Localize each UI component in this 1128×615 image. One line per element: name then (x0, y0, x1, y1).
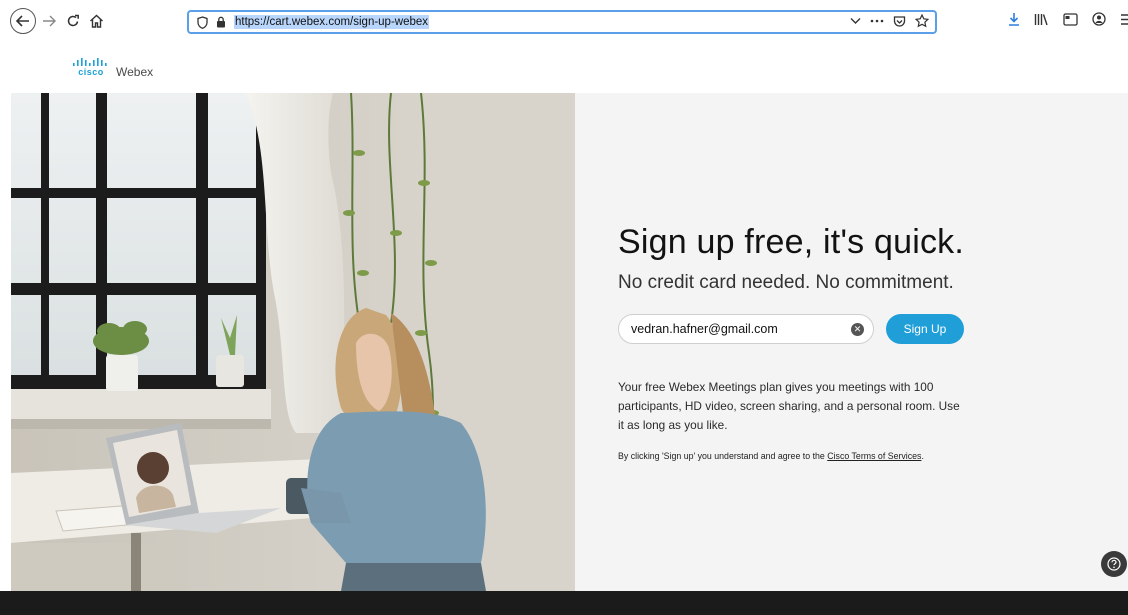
sidebar-icon[interactable] (1063, 12, 1078, 26)
cisco-bars-icon (73, 58, 107, 66)
more-actions-icon[interactable] (870, 19, 884, 23)
home-icon (89, 14, 103, 28)
arrow-left-icon (16, 15, 29, 27)
cisco-logo: cisco (72, 58, 110, 77)
cisco-wordmark: cisco (78, 67, 104, 77)
lock-icon[interactable] (216, 16, 226, 28)
bookmark-star-icon[interactable] (915, 14, 929, 28)
back-button[interactable] (10, 8, 36, 34)
arrow-right-icon (43, 15, 56, 27)
help-button[interactable] (1101, 551, 1127, 577)
menu-icon[interactable] (1120, 13, 1128, 26)
signup-hero: Sign up free, it's quick. No credit card… (11, 93, 1128, 591)
address-bar-actions (850, 14, 929, 28)
plan-description: Your free Webex Meetings plan gives you … (618, 380, 960, 432)
clear-input-icon[interactable]: ✕ (851, 323, 864, 336)
terms-notice: By clicking 'Sign up' you understand and… (618, 451, 1038, 461)
chevron-down-icon[interactable] (850, 17, 861, 25)
library-icon[interactable] (1034, 13, 1049, 26)
email-field-container: ✕ (618, 314, 874, 344)
download-icon[interactable] (1008, 12, 1020, 26)
url-text[interactable]: https://cart.webex.com/sign-up-webex (234, 15, 430, 29)
page-footer (0, 591, 1128, 615)
shield-icon[interactable] (197, 15, 208, 29)
cisco-webex-logo[interactable]: cisco Webex (72, 58, 154, 79)
browser-toolbar-right (1008, 12, 1128, 26)
page-subtitle: No credit card needed. No commitment. (618, 272, 954, 293)
account-icon[interactable] (1092, 12, 1106, 26)
home-button[interactable] (86, 8, 106, 34)
hero-photo (11, 93, 575, 591)
browser-toolbar: https://cart.webex.com/sign-up-webex (0, 0, 1128, 42)
webex-wordmark: Webex (116, 65, 154, 79)
pocket-icon[interactable] (893, 15, 906, 28)
page-title: Sign up free, it's quick. (618, 223, 964, 261)
forward-button[interactable] (40, 8, 58, 34)
reload-button[interactable] (64, 8, 82, 34)
terms-prefix: By clicking 'Sign up' you understand and… (618, 451, 828, 461)
sign-up-button[interactable]: Sign Up (886, 314, 964, 344)
email-field[interactable] (631, 322, 841, 336)
address-bar[interactable]: https://cart.webex.com/sign-up-webex (187, 10, 937, 34)
woman-with-laptop-image (11, 93, 575, 591)
signup-form: ✕ Sign Up (618, 314, 1038, 344)
reload-icon (67, 14, 79, 27)
signup-panel: Sign up free, it's quick. No credit card… (618, 223, 1038, 461)
terms-of-service-link[interactable]: Cisco Terms of Services (827, 451, 921, 461)
help-icon (1107, 557, 1121, 571)
terms-suffix: . (921, 451, 924, 461)
